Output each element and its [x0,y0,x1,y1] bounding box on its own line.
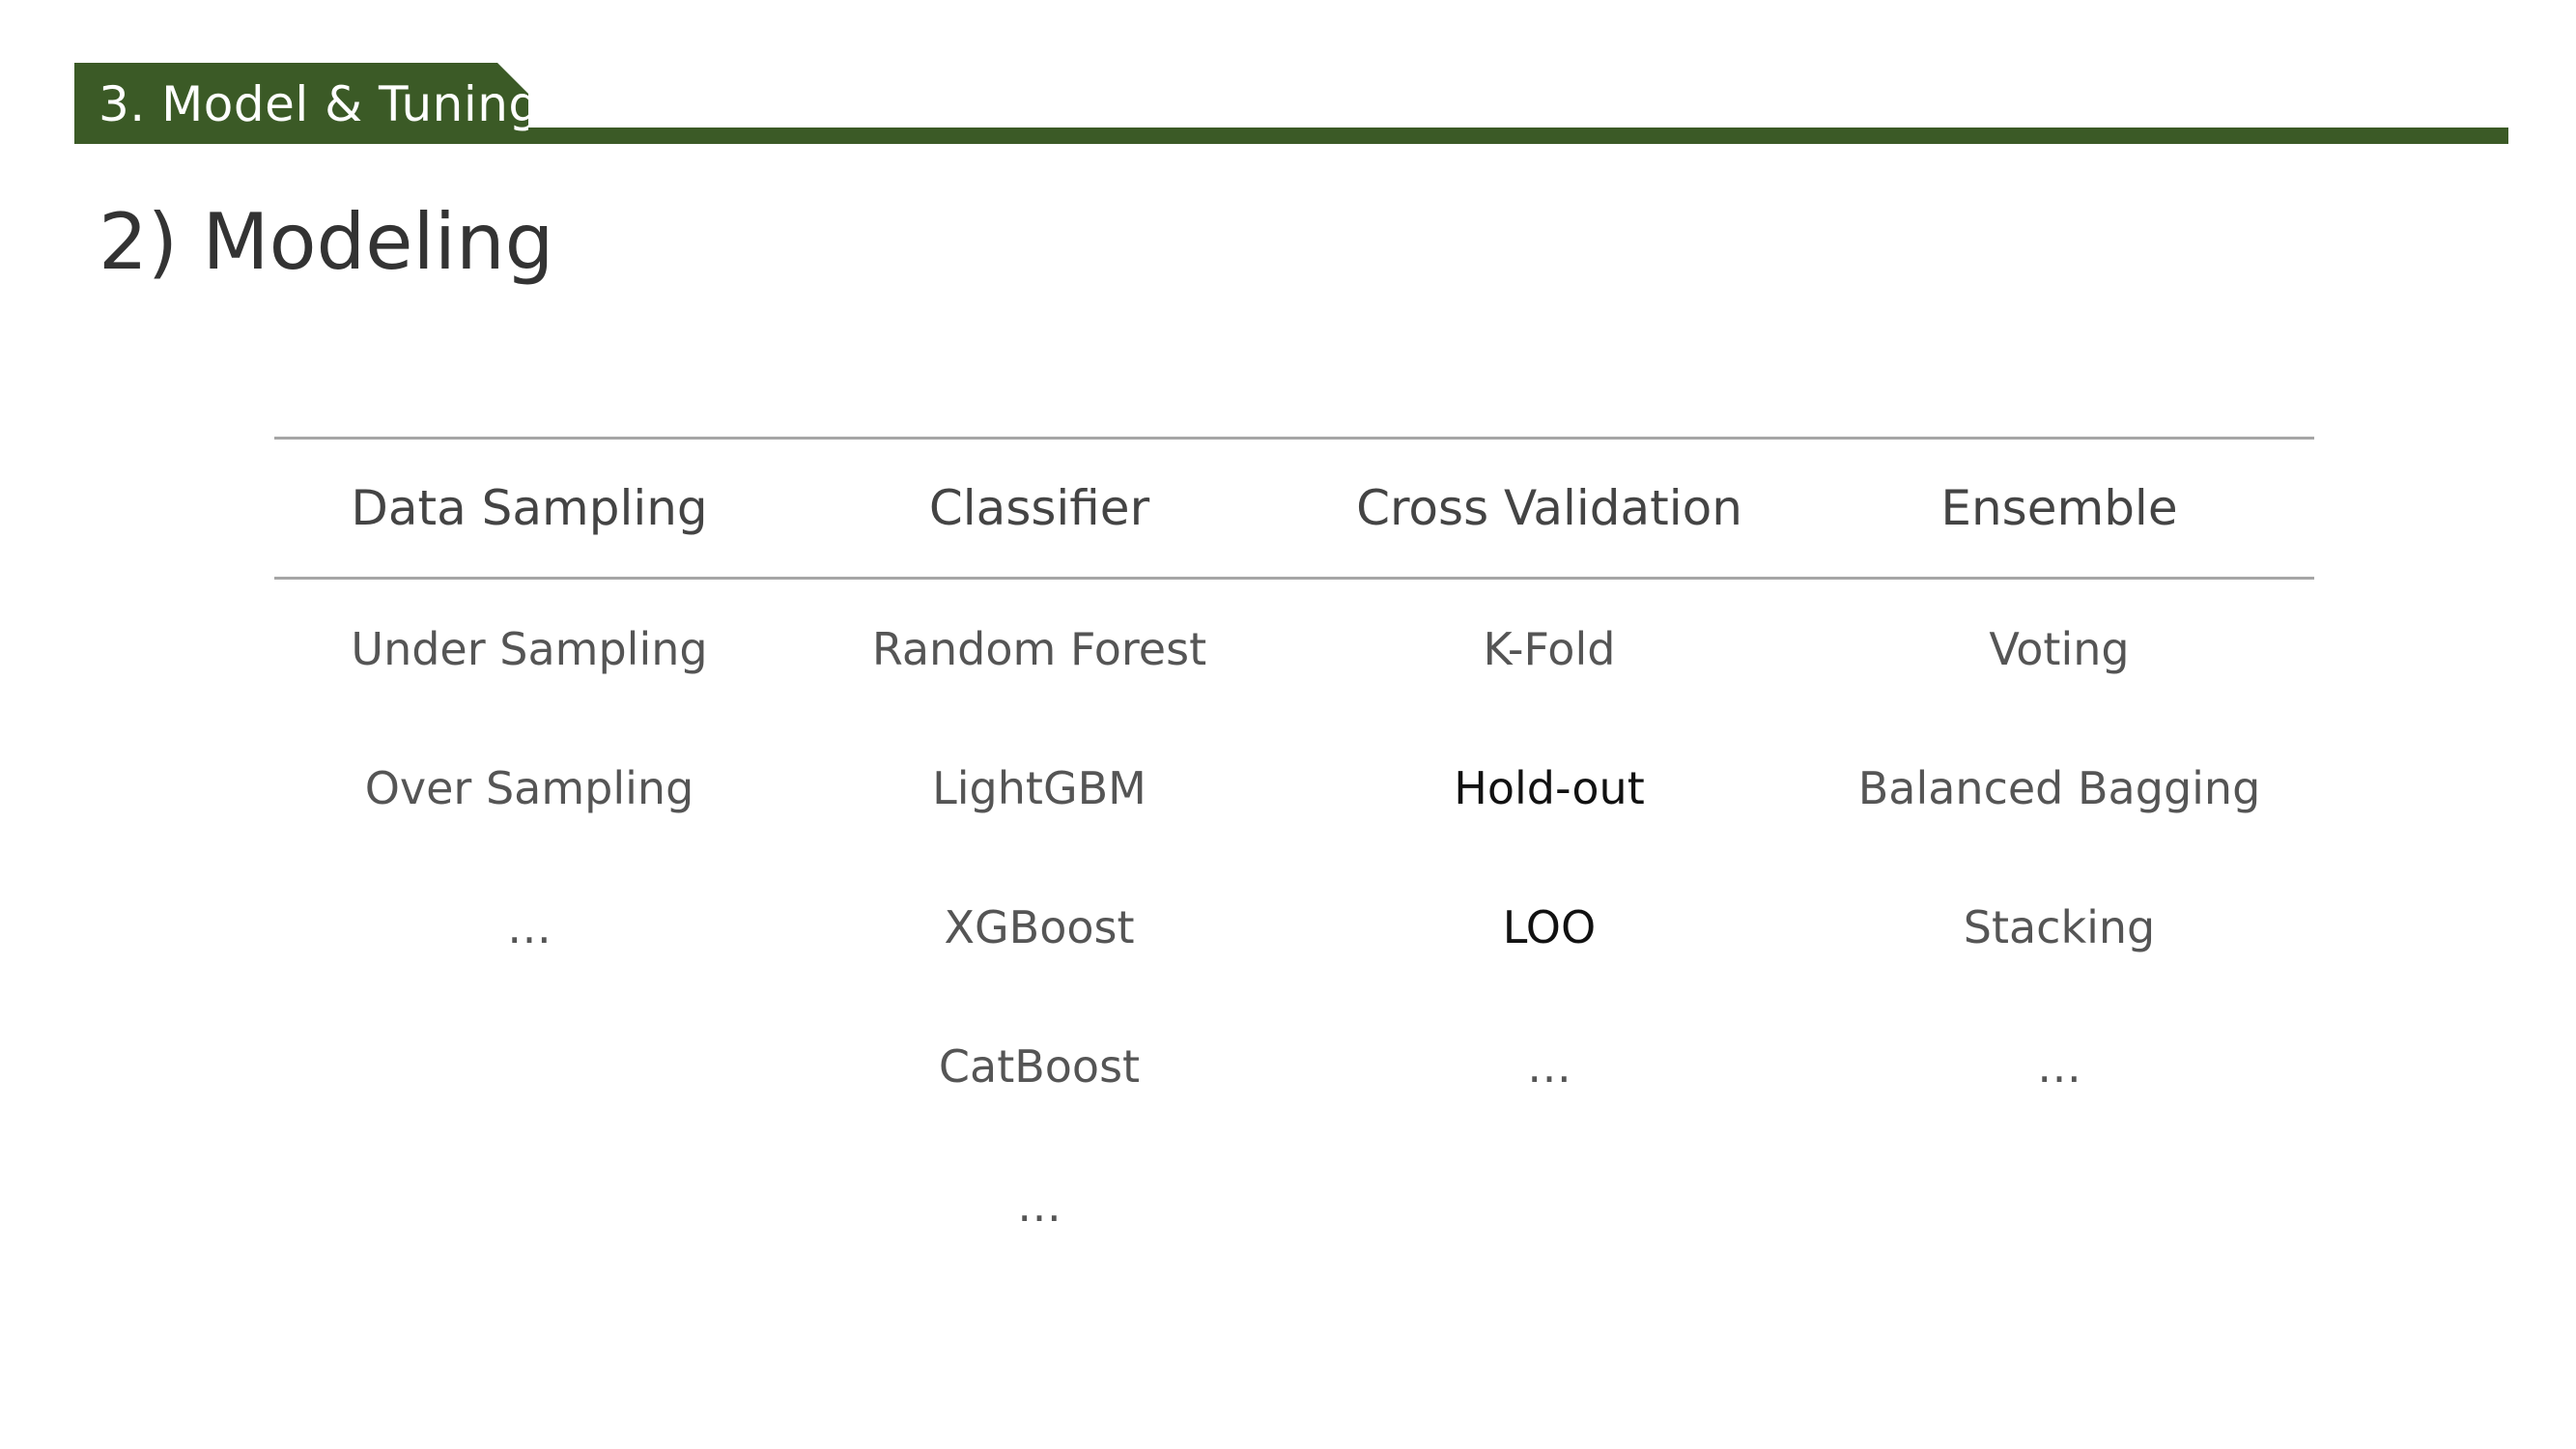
table-cell: Random Forest [871,623,1207,675]
table-row: … [274,1136,2314,1275]
table-header-row: Data Sampling Classifier Cross Validatio… [274,440,2314,577]
table-cell: … [507,901,552,953]
section-label: 3. Model & Tuning [99,76,540,132]
table-cell: Balanced Bagging [1857,762,2261,814]
column-header-ensemble: Ensemble [1940,480,2178,536]
table-cell: Voting [1989,623,2130,675]
column-header-classifier: Classifier [928,480,1150,536]
table-row: CatBoost … … [274,997,2314,1136]
table-cell: CatBoost [938,1040,1141,1093]
table-cell [274,997,784,1136]
table-cell: … [2037,1040,2081,1093]
table-cell: … [1017,1179,1062,1232]
table-cell: Stacking [1963,901,2156,953]
table-cell [1294,1136,1804,1275]
table-cell: … [1527,1040,1571,1093]
table-cell [274,1136,784,1275]
page-title: 2) Modeling [99,197,554,287]
header-rule [528,128,2508,144]
table-cell [1804,1136,2314,1275]
table-row: Under Sampling Random Forest K-Fold Voti… [274,580,2314,719]
table-cell: Under Sampling [351,623,708,675]
modeling-table: Data Sampling Classifier Cross Validatio… [274,437,2314,1275]
table-cell: Over Sampling [364,762,694,814]
table-row: Over Sampling LightGBM Hold-out Balanced… [274,719,2314,858]
table-row: … XGBoost LOO Stacking [274,858,2314,997]
table-cell: XGBoost [944,901,1135,953]
table-cell: K-Fold [1483,623,1616,675]
column-header-cross-validation: Cross Validation [1356,480,1742,536]
column-header-data-sampling: Data Sampling [351,480,708,536]
table-cell: LightGBM [932,762,1146,814]
table-cell: Hold-out [1454,762,1645,814]
table-cell: LOO [1502,901,1597,953]
